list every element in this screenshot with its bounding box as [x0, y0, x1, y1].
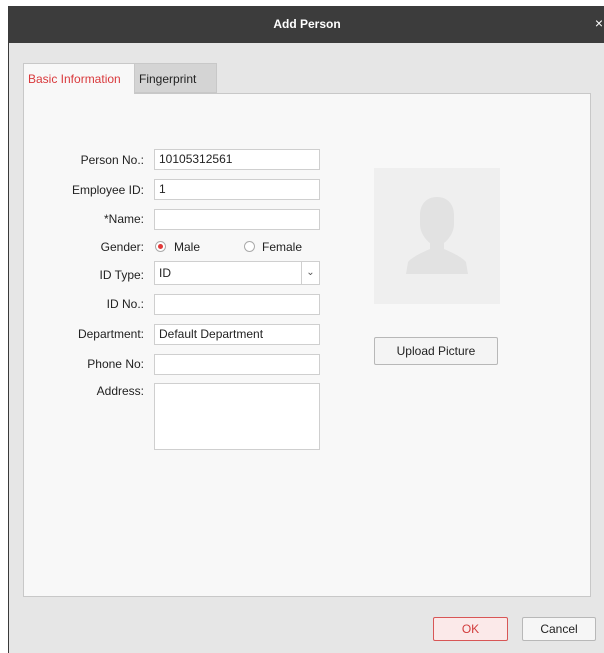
- department-label: Department:: [77, 327, 144, 341]
- id-type-select[interactable]: ID ⌄: [154, 261, 320, 285]
- person-no-label: Person No.:: [80, 153, 144, 167]
- tab-fingerprint[interactable]: Fingerprint: [135, 63, 217, 93]
- id-no-label: ID No.:: [106, 297, 144, 311]
- person-no-field[interactable]: 10105312561: [154, 149, 320, 170]
- ok-button[interactable]: OK: [433, 617, 508, 641]
- name-label: *Name:: [103, 212, 144, 226]
- id-no-field[interactable]: [154, 294, 320, 315]
- photo-preview: [374, 168, 500, 304]
- gender-female-label: Female: [262, 240, 303, 254]
- tab-basic-information[interactable]: Basic Information: [23, 63, 135, 94]
- id-type-label: ID Type:: [99, 268, 144, 282]
- address-field[interactable]: [154, 383, 320, 450]
- name-field[interactable]: [154, 209, 320, 230]
- upload-picture-button[interactable]: Upload Picture: [374, 337, 498, 365]
- department-field[interactable]: Default Department: [154, 324, 320, 345]
- chevron-down-icon[interactable]: ⌄: [301, 262, 319, 284]
- gender-male-radio[interactable]: [155, 241, 166, 252]
- gender-label: Gender:: [100, 240, 144, 254]
- person-placeholder-icon: [406, 197, 468, 274]
- address-label: Address:: [96, 384, 144, 398]
- gender-male-label: Male: [174, 240, 201, 254]
- add-person-dialog: Add Person × Basic Information Fingerpri…: [8, 6, 604, 653]
- title-bar[interactable]: Add Person ×: [9, 6, 604, 43]
- id-type-value: ID: [159, 266, 171, 280]
- employee-id-field[interactable]: 1: [154, 179, 320, 200]
- close-icon[interactable]: ×: [595, 16, 603, 30]
- phone-no-field[interactable]: [154, 354, 320, 375]
- dialog-title: Add Person: [273, 17, 341, 31]
- phone-no-label: Phone No:: [87, 357, 144, 371]
- gender-female-radio[interactable]: [244, 241, 255, 252]
- employee-id-label: Employee ID:: [71, 183, 144, 197]
- basic-information-panel: Person No.: 10105312561 Employee ID: 1 *…: [23, 93, 591, 597]
- cancel-button[interactable]: Cancel: [522, 617, 596, 641]
